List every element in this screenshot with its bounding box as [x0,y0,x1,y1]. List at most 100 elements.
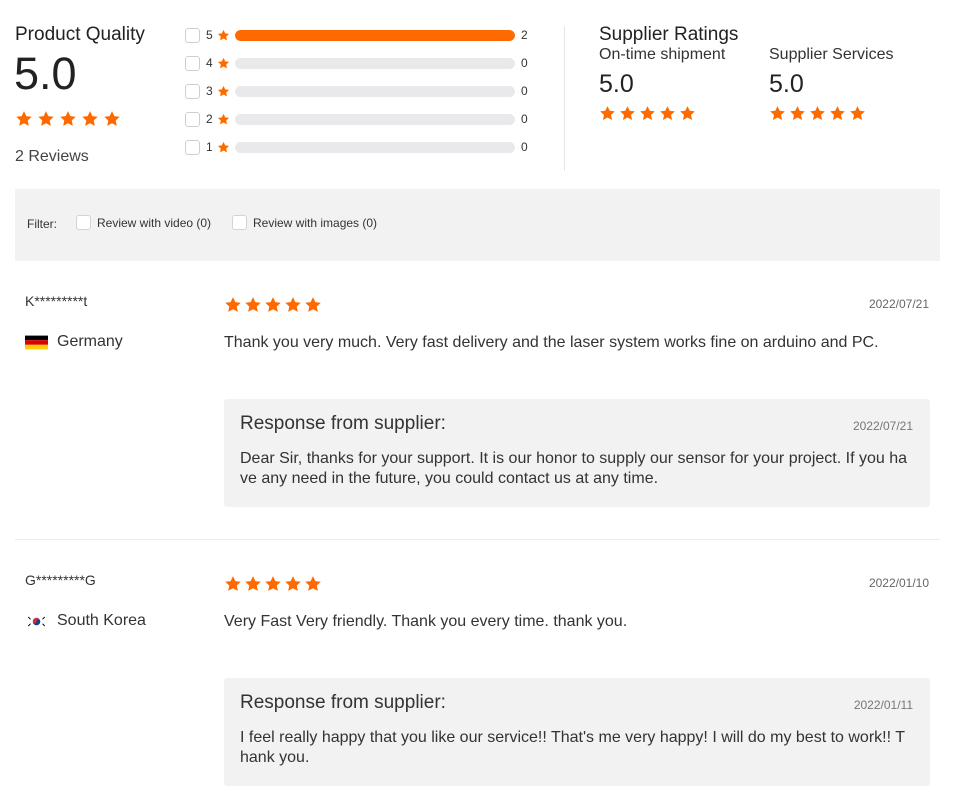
star-icon [81,110,99,128]
rating-filter-checkbox[interactable] [185,83,200,99]
star-icon [829,105,846,122]
rating-bar-track [235,29,515,41]
rating-level: 5 [206,28,213,42]
rating-bar-track [235,141,515,153]
star-icon [599,105,616,122]
star-icon [217,85,230,98]
filter-images-option[interactable]: Review with images (0) [232,215,377,230]
filter-images-label: Review with images (0) [253,215,378,230]
filter-bar: Filter: Review with video (0) Review wit… [15,189,940,261]
supplier-response: Response from supplier: 2022/01/11 I fee… [224,678,930,786]
rating-filter-row-3[interactable]: 3 0 [185,82,530,100]
star-icon [217,141,230,154]
supplier-response: Response from supplier: 2022/07/21 Dear … [224,399,930,507]
germany-flag-icon [25,335,48,349]
star-icon [217,57,230,70]
star-icon [224,296,242,314]
supplier-rating-stars [599,105,725,122]
rating-level: 3 [206,84,213,98]
filter-label: Filter: [27,217,57,231]
section-divider [564,26,565,171]
rating-bar-track [235,113,515,125]
product-quality-score: 5.0 [14,48,77,99]
reviewer-name: K*********t [25,293,88,309]
rating-count: 0 [521,84,528,98]
rating-level: 1 [206,140,213,154]
reviewer-country: Germany [25,333,123,351]
supplier-rating-score: 5.0 [769,70,804,98]
reviews-count: 2 Reviews [15,148,89,165]
rating-filter-row-2[interactable]: 2 0 [185,110,530,128]
filter-video-checkbox[interactable] [76,215,91,230]
review-text: Thank you very much. Very fast delivery … [224,334,879,351]
star-icon [849,105,866,122]
star-icon [224,575,242,593]
star-icon [284,296,302,314]
star-icon [619,105,636,122]
reviewer-name: G*********G [25,572,96,588]
response-title: Response from supplier: [240,692,446,713]
star-icon [679,105,696,122]
review-stars [224,575,322,593]
supplier-rating-stars [769,105,894,122]
review-item: K*********t Germany 2022/07/21 Thank you… [15,289,940,540]
rating-filter-checkbox[interactable] [185,139,200,155]
response-date: 2022/01/11 [853,698,913,712]
star-icon [789,105,806,122]
review-date: 2022/01/10 [868,576,929,590]
review-stars [224,296,322,314]
review-text: Very Fast Very friendly. Thank you every… [224,613,628,630]
filter-images-checkbox[interactable] [232,215,247,230]
supplier-rating-services: Supplier Services 5.0 [769,46,894,122]
response-title: Response from supplier: [240,413,446,434]
rating-level: 2 [206,112,213,126]
star-icon [264,296,282,314]
rating-filter-row-1[interactable]: 1 0 [185,138,530,156]
rating-filter-checkbox[interactable] [185,27,200,43]
star-icon [244,575,262,593]
rating-level: 4 [206,56,213,70]
rating-bar-fill [235,29,515,41]
supplier-ratings-title: Supplier Ratings [599,24,739,45]
rating-filter-row-4[interactable]: 4 0 [185,54,530,72]
country-name: Germany [57,333,123,350]
review-divider [15,539,940,540]
star-icon [809,105,826,122]
rating-count: 2 [521,28,528,42]
supplier-rating-score: 5.0 [599,70,634,98]
star-icon [639,105,656,122]
star-icon [304,296,322,314]
country-name: South Korea [57,612,146,629]
response-text: I feel really happy that you like our se… [240,729,905,766]
filter-video-label: Review with video (0) [97,215,212,230]
response-date: 2022/07/21 [852,419,913,433]
rating-filter-checkbox[interactable] [185,111,200,127]
star-icon [103,110,121,128]
response-text: Dear Sir, thanks for your support. It is… [240,450,907,487]
supplier-rating-label: Supplier Services [769,46,894,63]
rating-filter-checkbox[interactable] [185,55,200,71]
rating-filter-row-5[interactable]: 5 2 [185,26,530,44]
star-icon [659,105,676,122]
reviewer-country: South Korea [25,612,146,630]
rating-bar-track [235,85,515,97]
review-date: 2022/07/21 [868,297,929,311]
star-icon [59,110,77,128]
star-icon [217,29,230,42]
review-item: G*********G South Korea 2022/01/10 Very … [15,568,940,790]
product-quality-title: Product Quality [15,24,145,45]
supplier-rating-on-time: On-time shipment 5.0 [599,46,725,122]
filter-video-option[interactable]: Review with video (0) [76,215,211,230]
star-icon [264,575,282,593]
star-icon [15,110,33,128]
supplier-rating-label: On-time shipment [599,46,726,63]
star-icon [217,113,230,126]
south-korea-flag-icon [25,613,48,629]
star-icon [304,575,322,593]
rating-bar-track [235,57,515,69]
product-quality-stars [15,110,121,128]
rating-count: 0 [521,112,528,126]
star-icon [244,296,262,314]
rating-count: 0 [521,56,528,70]
star-icon [284,575,302,593]
